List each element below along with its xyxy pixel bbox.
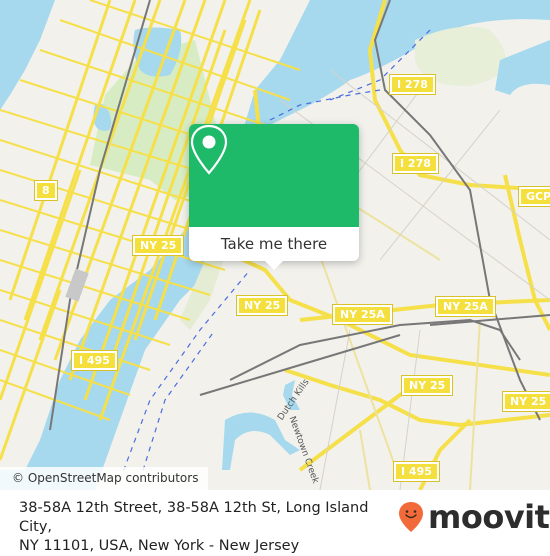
route-shield-i278: I 278: [392, 153, 439, 174]
penn-station: [65, 268, 89, 302]
map[interactable]: Dutch Kills Newtown Creek I 278 I 278 GC…: [0, 0, 550, 490]
flushing-water: [495, 40, 550, 95]
map-attribution[interactable]: © OpenStreetMap contributors: [0, 467, 209, 490]
map-pin-icon: [190, 124, 228, 175]
moovit-wordmark: moovit: [428, 498, 550, 536]
take-me-there-button[interactable]: Take me there: [189, 227, 359, 261]
footer: 38-58A 12th Street, 38-58A 12th St, Long…: [0, 490, 550, 554]
route-shield-gcp: GCP: [517, 186, 550, 207]
route-shield-8: 8: [34, 180, 58, 201]
popup-pointer: [265, 261, 283, 270]
route-shield-ny25a-east: NY 25A: [435, 296, 496, 317]
address-line-2: NY 11101, USA, New York - New Jersey: [19, 538, 300, 554]
route-shield-i495-east: I 495: [393, 461, 440, 482]
moovit-logo[interactable]: moovit: [398, 498, 550, 536]
route-shield-ny25-east: NY 25: [400, 375, 454, 396]
route-shield-i495-west: I 495: [71, 350, 118, 371]
address-line-1: 38-58A 12th Street, 38-58A 12th St, Long…: [19, 500, 369, 535]
address: 38-58A 12th Street, 38-58A 12th St, Long…: [19, 499, 399, 556]
route-shield-ny25a-west: NY 25A: [332, 304, 393, 325]
popup-header: [189, 124, 359, 227]
location-popup: Take me there: [189, 124, 359, 270]
route-shield-ny25-center: NY 25: [235, 295, 289, 316]
route-shield-i278-north: I 278: [389, 74, 436, 95]
route-shield-ny25-far-east: NY 25: [501, 391, 550, 412]
hudson-river: [0, 0, 55, 110]
moovit-pin-icon: [399, 502, 423, 532]
route-shield-ny25-west: NY 25: [131, 235, 185, 256]
